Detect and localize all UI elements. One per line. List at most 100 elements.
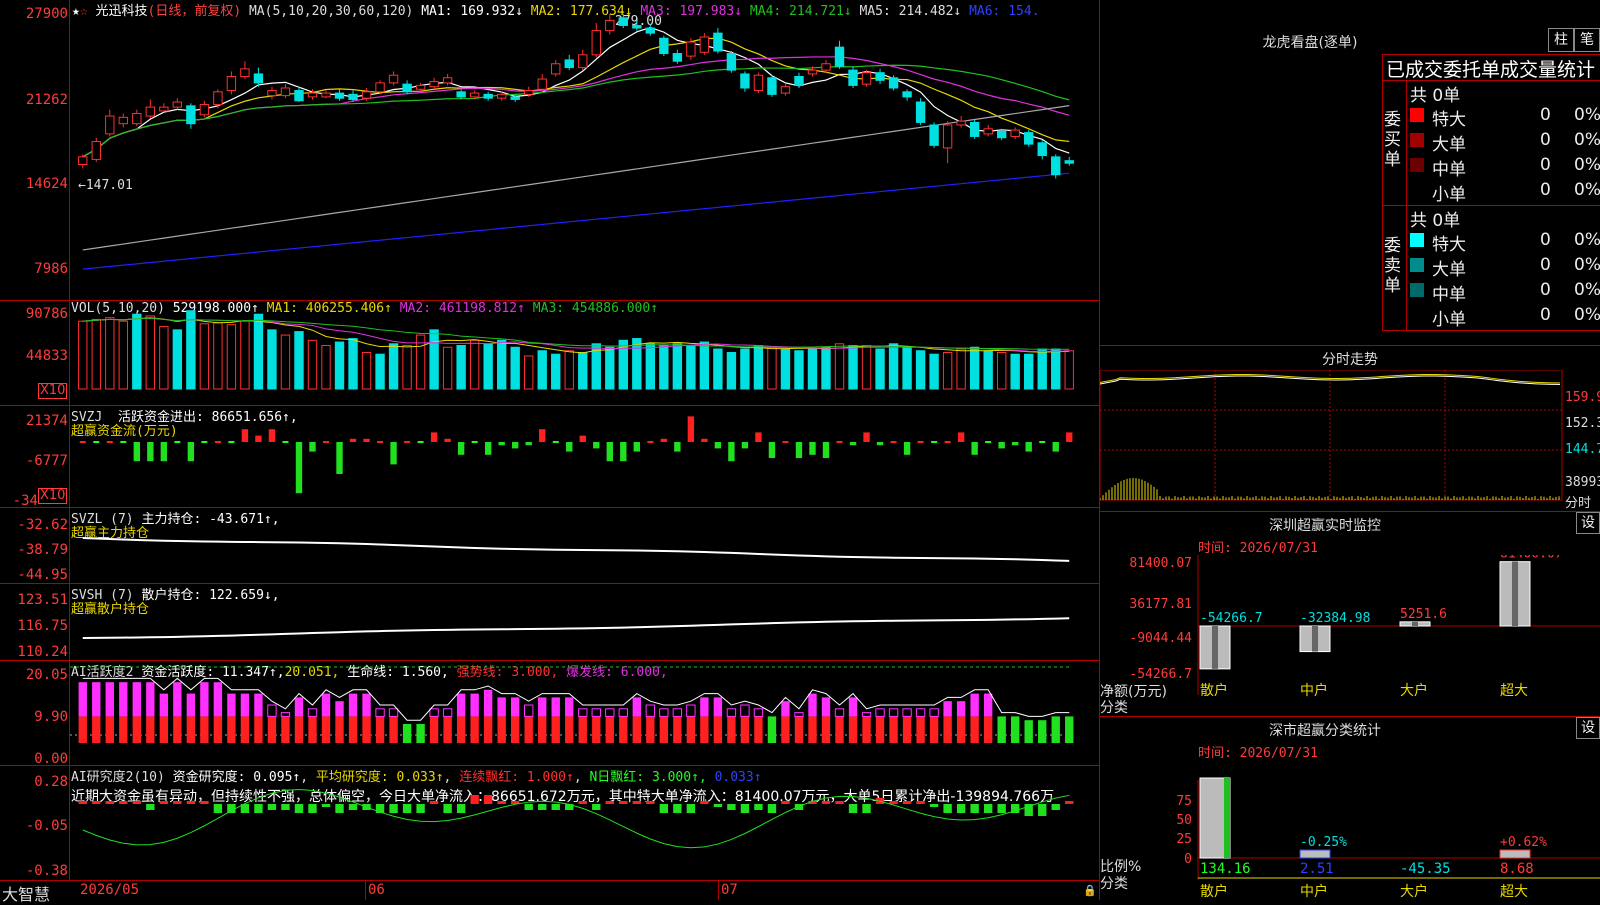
lock-icon[interactable]: 🔒: [1083, 884, 1097, 897]
activity-bar: [767, 716, 777, 743]
activity-bar: [929, 716, 939, 743]
intraday-chart[interactable]: [1100, 370, 1600, 510]
volume-bar: [848, 345, 858, 390]
activity-bar: [78, 682, 87, 717]
main-force-position-chart[interactable]: [70, 508, 1099, 583]
activity-bar: [902, 708, 912, 717]
flow-bar: [106, 441, 113, 443]
candle-body: [415, 84, 426, 90]
research-bar: [119, 801, 128, 804]
volume-bar: [186, 310, 196, 390]
activity-bar: [902, 716, 912, 743]
candle-body: [361, 91, 372, 99]
activity-bar: [834, 708, 845, 717]
candle-body: [686, 41, 696, 57]
volume-chart[interactable]: [70, 301, 1099, 405]
activity-bar: [132, 716, 141, 743]
research-bar: [213, 804, 223, 813]
flow-bar: [566, 442, 573, 452]
bar-mode-button[interactable]: 柱: [1548, 28, 1574, 52]
x-tick-line: [365, 880, 366, 900]
research-bar: [227, 804, 236, 813]
volume-bar: [645, 343, 656, 390]
flow-bar: [782, 441, 789, 443]
research-bar: [646, 801, 655, 804]
research-bar: [78, 801, 87, 804]
activity-bar: [308, 716, 317, 743]
pen-mode-button[interactable]: 笔: [1574, 28, 1600, 52]
candle-body: [861, 72, 872, 85]
volume-bar: [321, 345, 331, 390]
research-bar: [267, 804, 277, 810]
chart-area[interactable]: ★☆ 光迅科技(日线，前复权) MA(5,10,20,30,60,120) MA…: [0, 0, 1100, 904]
activity-bar: [632, 697, 641, 717]
activity-bar: [619, 716, 628, 743]
y-tick: -32.62: [17, 517, 68, 533]
row-pct: 0%: [1574, 180, 1600, 200]
retail-line: [82, 617, 1070, 639]
volume-bar: [969, 346, 980, 390]
monitor-settings-button[interactable]: 设: [1576, 512, 1600, 534]
divider: [1100, 345, 1600, 346]
activity-bar: [119, 716, 128, 743]
activity-bar: [970, 716, 979, 743]
volume-bar: [388, 343, 399, 390]
volume-bar: [226, 324, 237, 390]
candle-body: [91, 141, 101, 160]
research-bar: [105, 801, 114, 804]
candle-body: [186, 105, 196, 125]
candle-body: [888, 77, 899, 89]
candle-body: [442, 77, 453, 84]
volume-bar: [1051, 348, 1061, 390]
category-label: 散户: [1200, 682, 1228, 699]
volume-bar: [740, 348, 750, 390]
row-label: 特大: [1432, 110, 1466, 130]
activity-bar: [861, 712, 872, 717]
flow-bar: [728, 442, 735, 462]
volume-bar: [145, 315, 156, 390]
research-bar: [402, 804, 412, 813]
candle-body: [145, 106, 156, 117]
monitor-bar-chart[interactable]: -54266.7 散户 -32384.98 中户 5251.6 大户 81400.07 超大 8…: [1100, 555, 1600, 715]
flow-bar: [903, 442, 911, 455]
volume-bar: [1024, 353, 1034, 390]
activity-bar: [821, 716, 831, 743]
buy-side-label: 委买单: [1384, 110, 1401, 170]
candlestick-chart[interactable]: [70, 0, 1099, 300]
x-tick: 06: [368, 882, 385, 898]
research-bar: [294, 804, 304, 813]
row-count: 0: [1540, 255, 1551, 275]
monitor-time: 时间: 2026/07/31: [1198, 541, 1318, 556]
flow-bar: [755, 432, 762, 442]
bar-value-label: 5251.6: [1400, 607, 1447, 622]
classify-bar-chart[interactable]: 75 50 25 0 134.16 散户 -0.25% 2.51 中户 -45.35 大户 +0.62…: [1100, 760, 1600, 900]
candle-body: [321, 92, 331, 98]
classify-settings-button[interactable]: 设: [1576, 717, 1600, 739]
activity-bar: [551, 716, 560, 743]
flow-bar: [687, 416, 695, 442]
flow-bar: [633, 442, 640, 452]
ai-research-chart[interactable]: [70, 766, 1099, 880]
candle-body: [605, 19, 615, 32]
row-label: 特大: [1432, 235, 1466, 255]
retail-position-chart[interactable]: [70, 584, 1099, 660]
flow-bar: [79, 441, 86, 443]
activity-bar: [442, 708, 453, 717]
y-tick: 14624: [25, 176, 68, 192]
flow-bar: [336, 442, 343, 474]
candle-body: [1010, 129, 1020, 137]
category-label: 中户: [1300, 883, 1328, 900]
candle-body: [1051, 156, 1061, 176]
ai-activity-chart[interactable]: [70, 661, 1099, 765]
activity-bar: [929, 708, 939, 717]
y-tick: -38.79: [17, 542, 68, 558]
activity-bar: [781, 716, 790, 743]
capital-flow-chart[interactable]: [70, 406, 1099, 507]
research-bar: [524, 804, 533, 810]
activity-bar: [686, 704, 696, 717]
activity-bar: [591, 708, 601, 717]
volume-bar: [294, 331, 304, 390]
y-tick: 0.28: [34, 774, 68, 790]
research-bar: [916, 801, 925, 804]
research-bar: [970, 804, 979, 813]
